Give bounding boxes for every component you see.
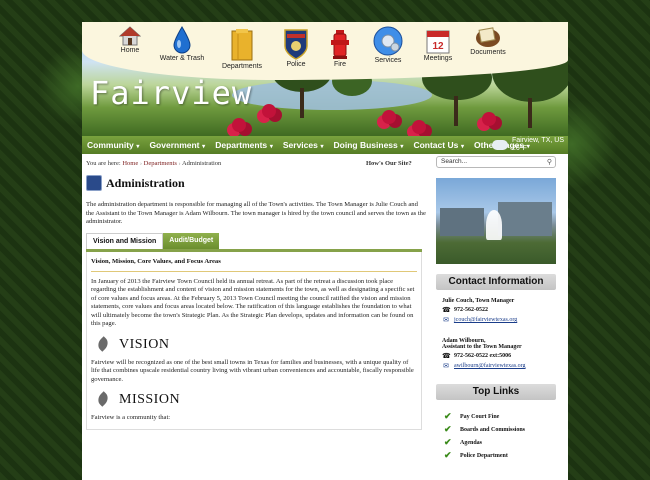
mission-heading: MISSION (119, 392, 181, 407)
weather-temp: 26°F (512, 145, 527, 152)
check-icon: ✔ (444, 437, 452, 447)
retreat-paragraph: In January of 2013 the Fairview Town Cou… (91, 277, 415, 328)
nav-community[interactable]: Community ▾ (82, 140, 144, 150)
page: Home Water & Trash Departments Police Fi… (82, 22, 568, 480)
chevron-down-icon: ▾ (398, 144, 404, 150)
check-icon: ✔ (444, 411, 452, 421)
phone-icon: ☎ (442, 352, 451, 360)
quick-icon-bar: Home Water & Trash Departments Police Fi… (82, 22, 568, 80)
nav-departments[interactable]: Departments ▾ (210, 140, 278, 150)
vision-heading: VISION (119, 336, 170, 352)
site-logo[interactable]: Fairview (90, 74, 252, 112)
water-drop-icon (173, 26, 191, 54)
nav-contact-us[interactable]: Contact Us ▾ (408, 140, 469, 150)
leaf-icon (95, 392, 111, 408)
phone-icon: ☎ (442, 306, 451, 314)
top-links-list: ✔ Pay Court Fine ✔ Boards and Commissions … (436, 400, 560, 462)
phone-number: 972-562-0522 ext:5006 (454, 353, 512, 359)
chevron-down-icon: ▾ (134, 144, 140, 150)
main-content: You are here: Home › Departments › Admin… (86, 160, 428, 430)
email-icon: ✉ (443, 316, 449, 324)
contact-list: Julie Couch, Town Manager ☎ 972-562-0522 … (436, 290, 560, 370)
panel-subheading: Vision, Mission, Core Values, and Focus … (91, 257, 221, 265)
breadcrumb-current: Administration (181, 160, 222, 167)
town-hall-photo (436, 178, 556, 264)
leaf-icon (95, 337, 111, 353)
vision-text: Fairview will be recognized as one of th… (91, 358, 414, 383)
list-item[interactable]: ✔ Pay Court Fine (444, 410, 560, 423)
list-item[interactable]: ✔ Police Department (444, 449, 560, 462)
cloud-icon (492, 140, 508, 150)
top-links-heading: Top Links (436, 384, 556, 400)
chevron-down-icon: ▾ (318, 144, 324, 150)
page-title: Administration (106, 175, 185, 190)
list-item[interactable]: ✔ Boards and Commissions (444, 423, 560, 436)
hows-our-site-link[interactable]: How's Our Site? (366, 160, 412, 167)
documents-link[interactable]: Documents (458, 26, 518, 56)
departments-link[interactable]: Departments (212, 28, 272, 70)
tab-audit-budget[interactable]: Audit/Budget (163, 232, 220, 249)
tab-bar: Vision and Mission Audit/Budget (86, 232, 422, 252)
email-link[interactable]: jcouch@fairviewtexas.org (454, 317, 517, 323)
tab-vision-and-mission[interactable]: Vision and Mission (86, 232, 164, 249)
chevron-down-icon: ▾ (200, 144, 206, 150)
phone-number: 972-562-0522 (454, 307, 488, 313)
check-icon: ✔ (444, 424, 452, 434)
chevron-down-icon: ▾ (459, 144, 465, 150)
police-badge-icon (284, 29, 308, 60)
check-icon: ✔ (444, 450, 452, 460)
water-trash-link[interactable]: Water & Trash (152, 26, 212, 62)
contact-card: Adam Wilbourn, Assistant to the Town Man… (442, 338, 526, 370)
documents-icon (476, 27, 500, 47)
email-link[interactable]: awilbourn@fairviewtexas.org (454, 363, 526, 369)
header-banner: Home Water & Trash Departments Police Fi… (82, 22, 568, 136)
chevron-down-icon: ▾ (268, 144, 273, 150)
search-input[interactable]: Search... ⚲ (436, 156, 556, 168)
gears-icon (373, 26, 403, 56)
calendar-icon: 12 (426, 30, 450, 54)
divider (91, 270, 417, 272)
sidebar: Search... ⚲ Contact Information Julie Co… (436, 156, 560, 462)
contact-card: Julie Couch, Town Manager ☎ 972-562-0522 … (442, 298, 518, 324)
nav-doing-business[interactable]: Doing Business ▾ (329, 140, 409, 150)
department-badge-icon (86, 175, 102, 191)
breadcrumb-departments[interactable]: Departments (144, 160, 177, 167)
mission-text: Fairview is a community that: (91, 414, 171, 421)
search-icon[interactable]: ⚲ (547, 158, 552, 166)
tab-panel: Vision, Mission, Core Values, and Focus … (86, 251, 422, 430)
breadcrumb-home[interactable]: Home (122, 160, 138, 167)
svg-text:12: 12 (432, 41, 444, 52)
nav-services[interactable]: Services ▾ (278, 140, 329, 150)
nav-government[interactable]: Government ▾ (144, 140, 210, 150)
main-nav: Community ▾ Government ▾ Departments ▾ S… (82, 136, 568, 154)
list-item[interactable]: ✔ Agendas (444, 436, 560, 449)
folder-icon (231, 29, 253, 61)
fire-hydrant-icon (331, 30, 349, 59)
house-icon (119, 26, 141, 46)
weather-location: Fairview, TX, US (512, 137, 564, 144)
home-link[interactable]: Home (100, 26, 160, 54)
intro-text: The administration department is respons… (86, 201, 426, 225)
weather-widget[interactable]: Fairview, TX, US 26°F (492, 137, 564, 153)
email-icon: ✉ (443, 362, 449, 370)
contact-heading: Contact Information (436, 274, 556, 290)
